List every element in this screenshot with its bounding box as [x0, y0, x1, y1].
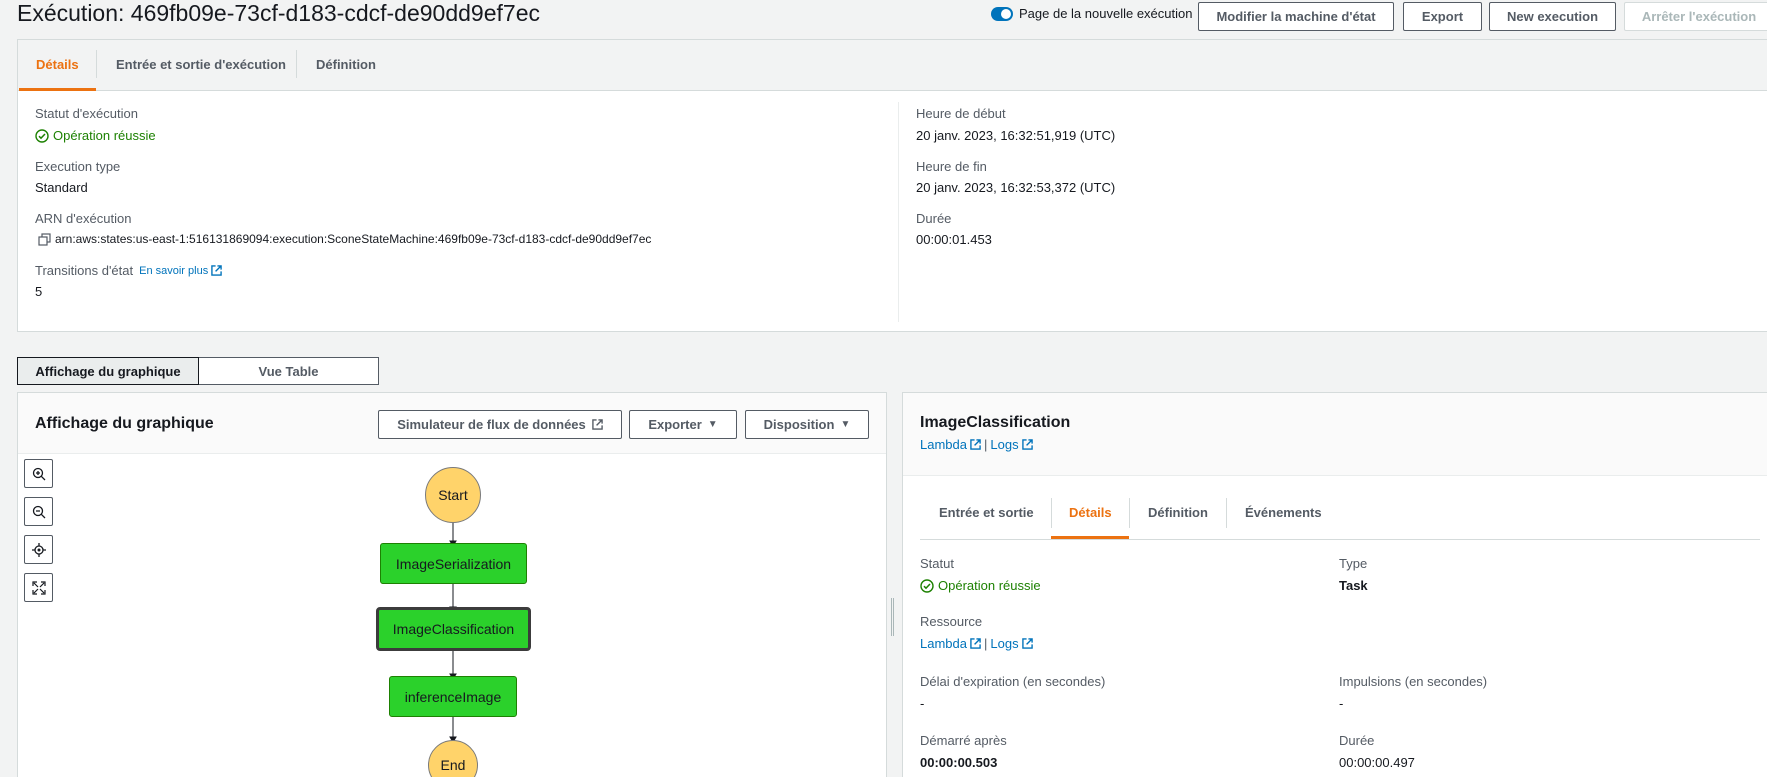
graph-node-inference-image[interactable]: inferenceImage: [389, 676, 517, 717]
step-resource-links: Lambda | Logs: [920, 636, 1033, 651]
graph-panel: Affichage du graphique Simulateur de flu…: [17, 392, 887, 777]
end-time-label: Heure de fin: [916, 159, 987, 174]
external-link-icon: [1022, 638, 1033, 649]
stop-execution-button[interactable]: Arrêter l'exécution: [1624, 2, 1767, 31]
graph-node-image-classification[interactable]: ImageClassification: [376, 607, 531, 651]
step-heartbeat-value: -: [1339, 696, 1344, 711]
toggle-switch[interactable]: [991, 6, 1013, 21]
step-started-after-value: 00:00:00.503: [920, 755, 998, 770]
step-tab-definition[interactable]: Définition: [1148, 505, 1208, 520]
execution-type-value: Standard: [35, 180, 88, 195]
edit-state-machine-button[interactable]: Modifier la machine d'état: [1198, 2, 1394, 31]
step-details-panel: ImageClassification Lambda | Logs Entrée…: [902, 392, 1767, 777]
lambda-link[interactable]: Lambda: [920, 437, 967, 452]
step-duration-value: 00:00:00.497: [1339, 755, 1415, 770]
step-tab-details[interactable]: Détails: [1069, 505, 1112, 520]
graph-node-start[interactable]: Start: [425, 467, 481, 523]
resource-lambda-link[interactable]: Lambda: [920, 636, 967, 651]
step-status-value: Opération réussie: [920, 578, 1041, 593]
success-check-icon: [920, 579, 934, 593]
execution-arn-value: arn:aws:states:us-east-1:516131869094:ex…: [38, 232, 651, 246]
external-link-icon: [970, 439, 981, 450]
duration-label: Durée: [916, 211, 952, 226]
page-title: Exécution: 469fb09e-73cf-d183-cdcf-de90d…: [17, 0, 540, 26]
duration-value: 00:00:01.453: [916, 232, 992, 247]
step-timeout-value: -: [920, 696, 925, 711]
external-link-icon: [970, 638, 981, 649]
active-tab-underline: [19, 88, 96, 91]
view-toggle: Affichage du graphique Vue Table: [17, 357, 379, 385]
end-time-value: 20 janv. 2023, 16:32:53,372 (UTC): [916, 180, 1116, 195]
external-link-icon: [1022, 439, 1033, 450]
step-title: ImageClassification: [920, 414, 1071, 431]
start-time-label: Heure de début: [916, 106, 1006, 121]
execution-status-label: Statut d'exécution: [35, 106, 138, 121]
step-duration-label: Durée: [1339, 733, 1375, 748]
execution-type-label: Execution type: [35, 159, 121, 174]
copy-icon[interactable]: [38, 232, 51, 246]
step-panel-header: [903, 393, 1767, 476]
step-links: Lambda | Logs: [920, 437, 1033, 452]
execution-arn-label: ARN d'exécution: [35, 211, 132, 226]
tab-definition[interactable]: Définition: [316, 57, 376, 72]
step-resource-label: Ressource: [920, 614, 983, 629]
step-status-label: Statut: [920, 556, 954, 571]
state-transitions-value: 5: [35, 284, 43, 299]
table-view-button[interactable]: Vue Table: [199, 357, 379, 385]
step-type-label: Type: [1339, 556, 1368, 571]
external-link-icon: [211, 265, 222, 276]
step-tab-events[interactable]: Événements: [1245, 505, 1322, 520]
export-button[interactable]: Export: [1403, 2, 1482, 31]
start-time-value: 20 janv. 2023, 16:32:51,919 (UTC): [916, 128, 1116, 143]
success-check-icon: [35, 129, 49, 143]
resource-logs-link[interactable]: Logs: [990, 636, 1018, 651]
execution-status-value: Opération réussie: [35, 128, 156, 143]
step-type-value: Task: [1339, 578, 1368, 593]
step-tabs-baseline: [920, 539, 1760, 540]
step-timeout-label: Délai d'expiration (en secondes): [920, 674, 1106, 689]
graph-node-image-serialization[interactable]: ImageSerialization: [380, 543, 527, 584]
details-column-divider: [898, 102, 899, 322]
details-panel: Détails Entrée et sortie d'exécution Déf…: [17, 39, 1767, 332]
state-transitions-label: Transitions d'état En savoir plus: [35, 263, 222, 278]
tab-details[interactable]: Détails: [36, 57, 79, 72]
new-execution-button[interactable]: New execution: [1489, 2, 1616, 31]
graph-connectors: [449, 522, 457, 743]
tab-execution-io[interactable]: Entrée et sortie d'exécution: [116, 57, 286, 72]
graph-view-button[interactable]: Affichage du graphique: [17, 357, 199, 385]
step-heartbeat-label: Impulsions (en secondes): [1339, 674, 1488, 689]
panel-resize-handle[interactable]: [891, 598, 895, 636]
step-started-after-label: Démarré après: [920, 733, 1007, 748]
toggle-label: Page de la nouvelle exécution: [1019, 6, 1193, 21]
new-page-toggle[interactable]: Page de la nouvelle exécution: [991, 6, 1192, 21]
logs-link[interactable]: Logs: [990, 437, 1018, 452]
learn-more-link[interactable]: En savoir plus: [139, 265, 222, 277]
step-tab-io[interactable]: Entrée et sortie: [939, 505, 1034, 520]
